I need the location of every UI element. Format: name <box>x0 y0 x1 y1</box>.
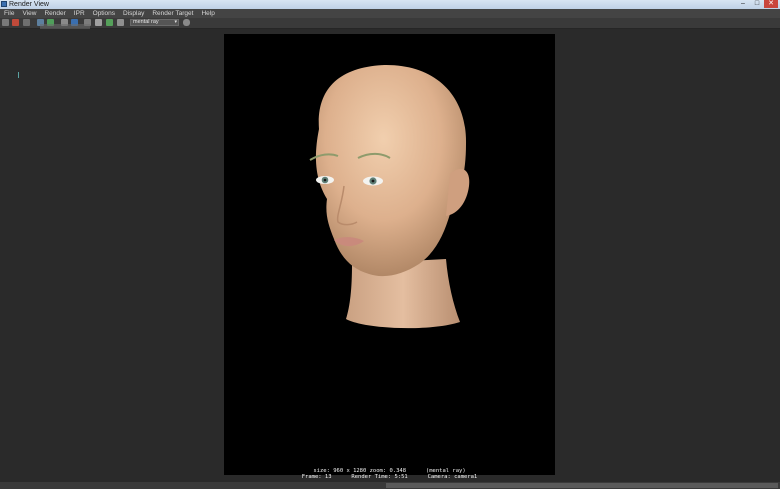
menu-help[interactable]: Help <box>197 9 218 18</box>
menu-display[interactable]: Display <box>119 9 148 18</box>
render-settings-icon[interactable] <box>183 19 190 26</box>
close-button[interactable]: ✕ <box>764 0 778 8</box>
menu-view[interactable]: View <box>18 9 40 18</box>
color-channel-icon[interactable] <box>106 19 113 26</box>
menu-file[interactable]: File <box>0 9 18 18</box>
rendered-head-image <box>309 64 470 329</box>
chevron-down-icon: ▾ <box>174 19 177 25</box>
renderer-dropdown[interactable]: mental ray ▾ <box>130 19 179 26</box>
snapshot-icon[interactable] <box>23 19 30 26</box>
render-region-icon[interactable] <box>12 19 19 26</box>
redo-render-icon[interactable] <box>2 19 9 26</box>
cursor-marker <box>18 72 19 78</box>
display-settings-icon[interactable] <box>117 19 124 26</box>
real-size-icon[interactable] <box>95 19 102 26</box>
toolbar: mental ray ▾ <box>0 18 780 29</box>
menu-ipr[interactable]: IPR <box>70 9 89 18</box>
maximize-button[interactable]: □ <box>750 0 764 8</box>
renderer-value: mental ray <box>133 19 159 25</box>
menu-options[interactable]: Options <box>89 9 119 18</box>
window-controls: – □ ✕ <box>736 0 778 9</box>
app-icon <box>1 1 7 7</box>
window-title: Render View <box>9 1 49 8</box>
menu-render-target[interactable]: Render Target <box>148 9 197 18</box>
render-image-frame <box>224 34 555 475</box>
menu-render[interactable]: Render <box>40 9 69 18</box>
render-info-frame: Frame: 13 Render Time: 5:51 Camera: came… <box>301 474 478 480</box>
scrollbar-thumb[interactable] <box>386 483 778 488</box>
minimize-button[interactable]: – <box>736 0 750 8</box>
render-viewport[interactable] <box>0 29 780 481</box>
title-bar: Render View – □ ✕ <box>0 0 780 9</box>
